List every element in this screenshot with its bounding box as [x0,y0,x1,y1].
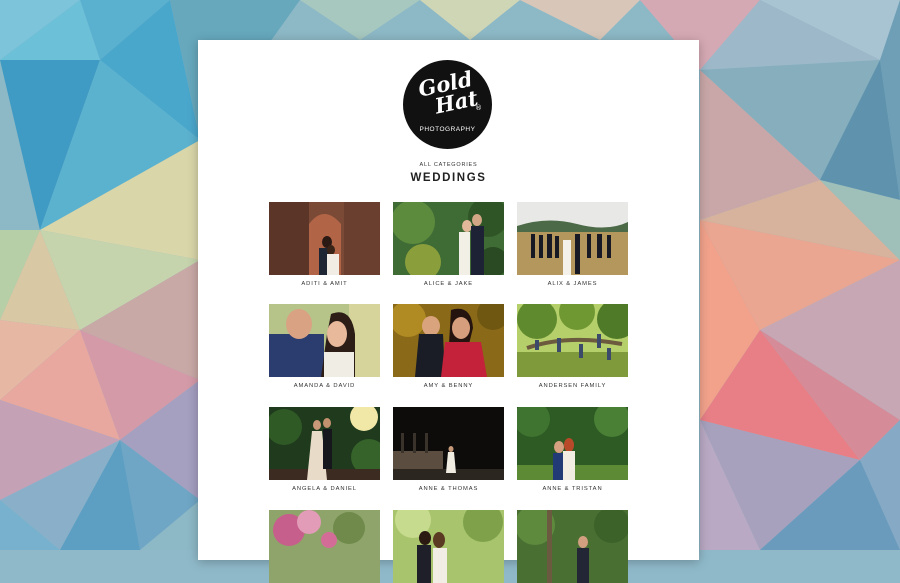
gallery-thumbnail[interactable] [269,202,380,275]
gallery-caption[interactable]: ANGELA & DANIEL [269,486,380,492]
gallery-caption[interactable]: ANNE & TRISTAN [517,486,628,492]
gallery-thumbnail[interactable] [517,304,628,377]
gallery-thumbnail[interactable] [269,304,380,377]
breadcrumb-all-categories[interactable]: ALL CATEGORIES [198,162,699,168]
gallery-thumbnail[interactable] [517,407,628,480]
page-title: WEDDINGS [410,172,487,184]
trademark-mark: ® [475,104,482,112]
gallery-thumbnail[interactable] [393,304,504,377]
gold-hat-logo[interactable]: Gold Hat ® PHOTOGRAPHY [403,60,492,149]
gallery-caption[interactable]: ADITI & AMIT [269,281,380,287]
gallery-caption[interactable]: ALICE & JAKE [393,281,504,287]
logo-subtitle: PHOTOGRAPHY [419,126,476,133]
gallery-thumbnail[interactable] [517,202,628,275]
gallery-page: Gold Hat ® PHOTOGRAPHY ALL CATEGORIES WE… [198,40,699,583]
gallery-caption[interactable]: AMY & BENNY [393,383,504,389]
gallery-thumbnail[interactable] [517,510,628,583]
gallery-thumbnail[interactable] [393,510,504,583]
gallery-thumbnail[interactable] [269,510,380,583]
gallery-caption[interactable]: AMANDA & DAVID [269,383,380,389]
gallery-thumbnail[interactable] [269,407,380,480]
gallery-caption[interactable]: ANDERSEN FAMILY [517,383,628,389]
logo-script: Gold Hat [416,65,481,119]
gallery-thumbnail[interactable] [393,407,504,480]
gallery-caption[interactable]: ANNE & THOMAS [393,486,504,492]
gallery-caption[interactable]: ALIX & JAMES [517,281,628,287]
gallery-thumbnail[interactable] [393,202,504,275]
